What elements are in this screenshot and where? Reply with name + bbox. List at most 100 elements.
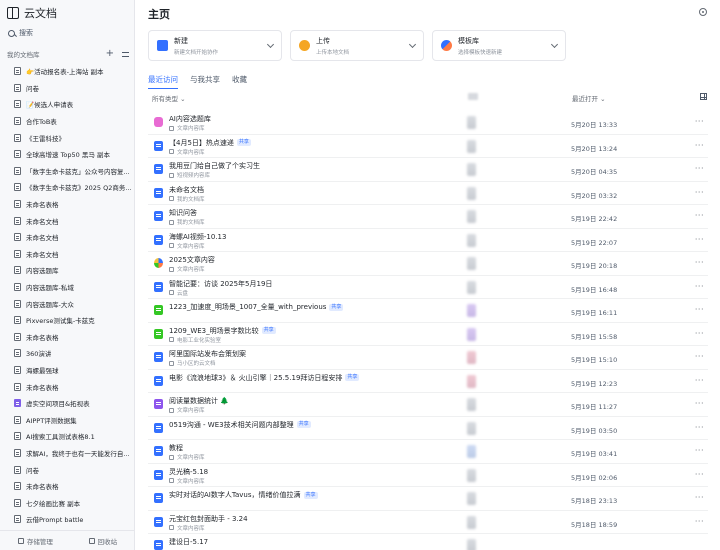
- file-row[interactable]: 0519沟通 - WE3技术相关问题内部整理 共享 5月19日 03:50 ···: [148, 417, 708, 440]
- file-row[interactable]: 元宝红包封面助手 - 3.24 文章内容库 5月18日 18:59 ···: [148, 511, 708, 534]
- more-options-icon[interactable]: ···: [695, 258, 704, 267]
- file-row[interactable]: 教程 文章内容库 5月19日 03:41 ···: [148, 440, 708, 464]
- quick-action-cards: 新建 新建文档开始协作 上传 上传本地文档 模板库 选择模板快速新建: [148, 30, 566, 61]
- sidebar-doc-item[interactable]: 未命名表格: [0, 196, 135, 213]
- sidebar-doc-item[interactable]: AI搜索工具测试表格8.1: [0, 428, 135, 445]
- more-options-icon[interactable]: ···: [695, 141, 704, 150]
- more-options-icon[interactable]: ···: [695, 399, 704, 408]
- file-row[interactable]: 海螺AI视频-10.13 文章内容库 5月19日 22:07 ···: [148, 229, 708, 252]
- sidebar-doc-item[interactable]: 内容选题库: [0, 262, 135, 279]
- quick-card-upload[interactable]: 上传 上传本地文档: [290, 30, 424, 61]
- file-title: 0519沟通 - WE3技术相关问题内部整理: [169, 420, 294, 429]
- file-row[interactable]: 灵光稿-5.18 文章内容库 5月19日 02:06 ···: [148, 464, 708, 487]
- more-options-icon[interactable]: ···: [695, 517, 704, 526]
- sidebar-doc-item[interactable]: 未命名表格: [0, 478, 135, 495]
- file-row[interactable]: 阿里国际站发布会策划案 马小区的云文档 5月19日 15:10 ···: [148, 346, 708, 370]
- sidebar-doc-item[interactable]: 未命名文档: [0, 246, 135, 263]
- more-options-icon[interactable]: ···: [695, 493, 704, 502]
- sidebar-doc-item[interactable]: 问卷: [0, 461, 135, 478]
- sidebar-doc-item[interactable]: 问卷: [0, 80, 135, 97]
- sidebar-doc-item[interactable]: 未命名文档: [0, 212, 135, 229]
- file-row[interactable]: 电影《流浪地球3》＆ 火山引擎｜25.5.19拜访日程安排 共享 5月19日 12:…: [148, 370, 708, 393]
- more-options-icon[interactable]: ···: [695, 211, 704, 220]
- sidebar-doc-item[interactable]: 合作ToB表: [0, 113, 135, 130]
- sidebar-doc-item[interactable]: 《王雷科技》: [0, 129, 135, 146]
- more-options-icon[interactable]: ···: [695, 164, 704, 173]
- quick-card-template[interactable]: 模板库 选择模板快速新建: [432, 30, 566, 61]
- settings-gear-icon[interactable]: [699, 8, 707, 16]
- owner-avatar-blurred: [467, 351, 476, 364]
- sidebar-doc-item[interactable]: 未命名表格: [0, 329, 135, 346]
- file-location-label: 文章内容库: [177, 408, 205, 414]
- sidebar-doc-item[interactable]: 360演讲: [0, 345, 135, 362]
- sidebar-doc-item[interactable]: AIPPT评测数据集: [0, 411, 135, 428]
- more-options-icon[interactable]: ···: [695, 470, 704, 479]
- more-options-icon[interactable]: ···: [695, 423, 704, 432]
- card-text: 模板库 选择模板快速新建: [458, 36, 502, 56]
- sidebar-doc-label: 七夕绘画比赛 副本: [26, 499, 81, 508]
- file-row[interactable]: 智能记要：访谈 2025年5月19日 云盘 5月19日 16:48 ···: [148, 276, 708, 299]
- chevron-down-icon[interactable]: [408, 40, 417, 49]
- sidebar-doc-item[interactable]: 七夕绘画比赛 副本: [0, 494, 135, 511]
- file-type-icon: [154, 305, 163, 315]
- search-button[interactable]: 搜索: [5, 26, 130, 40]
- file-location-label: 文章内容库: [177, 455, 205, 461]
- sidebar-doc-item[interactable]: 「数字生命卡兹克」公众号内容复...: [0, 163, 135, 180]
- more-options-icon[interactable]: ···: [695, 117, 704, 126]
- tab-2[interactable]: 收藏: [232, 74, 247, 89]
- tab-0[interactable]: 最近访问: [148, 74, 178, 89]
- last-opened-date: 5月18日 18:59: [571, 520, 618, 529]
- card-text: 新建 新建文档开始协作: [174, 36, 218, 56]
- more-options-icon[interactable]: ···: [695, 235, 704, 244]
- more-options-icon[interactable]: ···: [695, 376, 704, 385]
- file-row[interactable]: 1209_WE3_明场景字数比较 共享 电影工业化实验室 5月19日 15:58 ···: [148, 323, 708, 346]
- file-row[interactable]: 知识问答 我的文档库 5月19日 22:42 ···: [148, 205, 708, 229]
- sidebar-doc-item[interactable]: 👉活动报名表-上海站 副本: [0, 63, 135, 80]
- sidebar-doc-item[interactable]: 求解AI，我终于也有一天能发行自...: [0, 445, 135, 462]
- more-options-icon[interactable]: ···: [695, 446, 704, 455]
- chevron-down-icon[interactable]: [550, 40, 559, 49]
- sidebar-doc-item[interactable]: 全球高增速 Top50 黑马 副本: [0, 146, 135, 163]
- sidebar-doc-item[interactable]: 未命名表格: [0, 378, 135, 395]
- file-row[interactable]: 阅读量数据统计 🌲 文章内容库 5月19日 11:27 ···: [148, 393, 708, 417]
- search-icon: [8, 29, 15, 37]
- file-title: 电影《流浪地球3》＆ 火山引擎｜25.5.19拜访日程安排: [169, 373, 343, 382]
- file-row[interactable]: 1223_加速度_明场景_1007_全量_with_previous 共享 5月19…: [148, 299, 708, 323]
- sidebar-doc-item[interactable]: 云借Prompt battle: [0, 511, 135, 528]
- sidebar-doc-item[interactable]: Pixverse测试集-卡兹克: [0, 312, 135, 329]
- trash-button[interactable]: 回收站: [88, 536, 117, 546]
- sort-icon[interactable]: [122, 51, 129, 58]
- file-row[interactable]: 未命名文档 我的文档库 5月20日 03:32 ···: [148, 182, 708, 205]
- folder-icon: [169, 454, 174, 460]
- quick-card-new-doc[interactable]: 新建 新建文档开始协作: [148, 30, 282, 61]
- tab-1[interactable]: 与我共享: [190, 74, 220, 89]
- sidebar-doc-item[interactable]: 📝候选人申请表: [0, 96, 135, 113]
- file-row[interactable]: 我用豆门给自己做了个实习生 短视频内容库 5月20日 04:35 ···: [148, 158, 708, 182]
- file-row[interactable]: 2025文章内容 文章内容库 5月19日 20:18 ···: [148, 252, 708, 276]
- doc-icon: [14, 465, 21, 474]
- sidebar-doc-label: 《王雷科技》: [26, 134, 65, 143]
- grid-view-icon[interactable]: [700, 93, 707, 100]
- last-opened-sort[interactable]: 最近打开 ⌄: [572, 93, 606, 103]
- file-row[interactable]: AI内容选题库 文章内容库 5月20日 13:33 ···: [148, 111, 708, 135]
- more-options-icon[interactable]: ···: [695, 352, 704, 361]
- file-type-icon: [154, 540, 163, 550]
- file-location: 文章内容库: [169, 477, 205, 485]
- more-options-icon[interactable]: ···: [695, 282, 704, 291]
- file-row[interactable]: 【4月5日】热点速递 共享 文章内容库 5月20日 13:24 ···: [148, 135, 708, 158]
- sidebar-doc-item[interactable]: 内容选题库-私域: [0, 279, 135, 296]
- more-options-icon[interactable]: ···: [695, 329, 704, 338]
- more-options-icon[interactable]: ···: [695, 305, 704, 314]
- type-filter-dropdown[interactable]: 所有类型 ⌄: [152, 93, 186, 103]
- chevron-down-icon[interactable]: [266, 40, 275, 49]
- more-options-icon[interactable]: ···: [695, 188, 704, 197]
- file-row[interactable]: 建设日-5.17: [148, 534, 708, 550]
- storage-button[interactable]: 存储管理: [17, 536, 53, 546]
- sidebar-doc-item[interactable]: 海螺最强球: [0, 362, 135, 379]
- sidebar-doc-item[interactable]: 《数字生命卡兹克》2025 Q2商务...: [0, 179, 135, 196]
- file-row[interactable]: 实时对话的AI数字人Tavus，情绪价值拉满 共享 5月18日 23:13 ···: [148, 487, 708, 511]
- add-icon[interactable]: +: [106, 49, 114, 59]
- sidebar-doc-item[interactable]: 虚实空间项目&拓视表: [0, 395, 135, 412]
- sidebar-doc-item[interactable]: 内容选题库-大众: [0, 295, 135, 312]
- sidebar-doc-item[interactable]: 未命名文档: [0, 229, 135, 246]
